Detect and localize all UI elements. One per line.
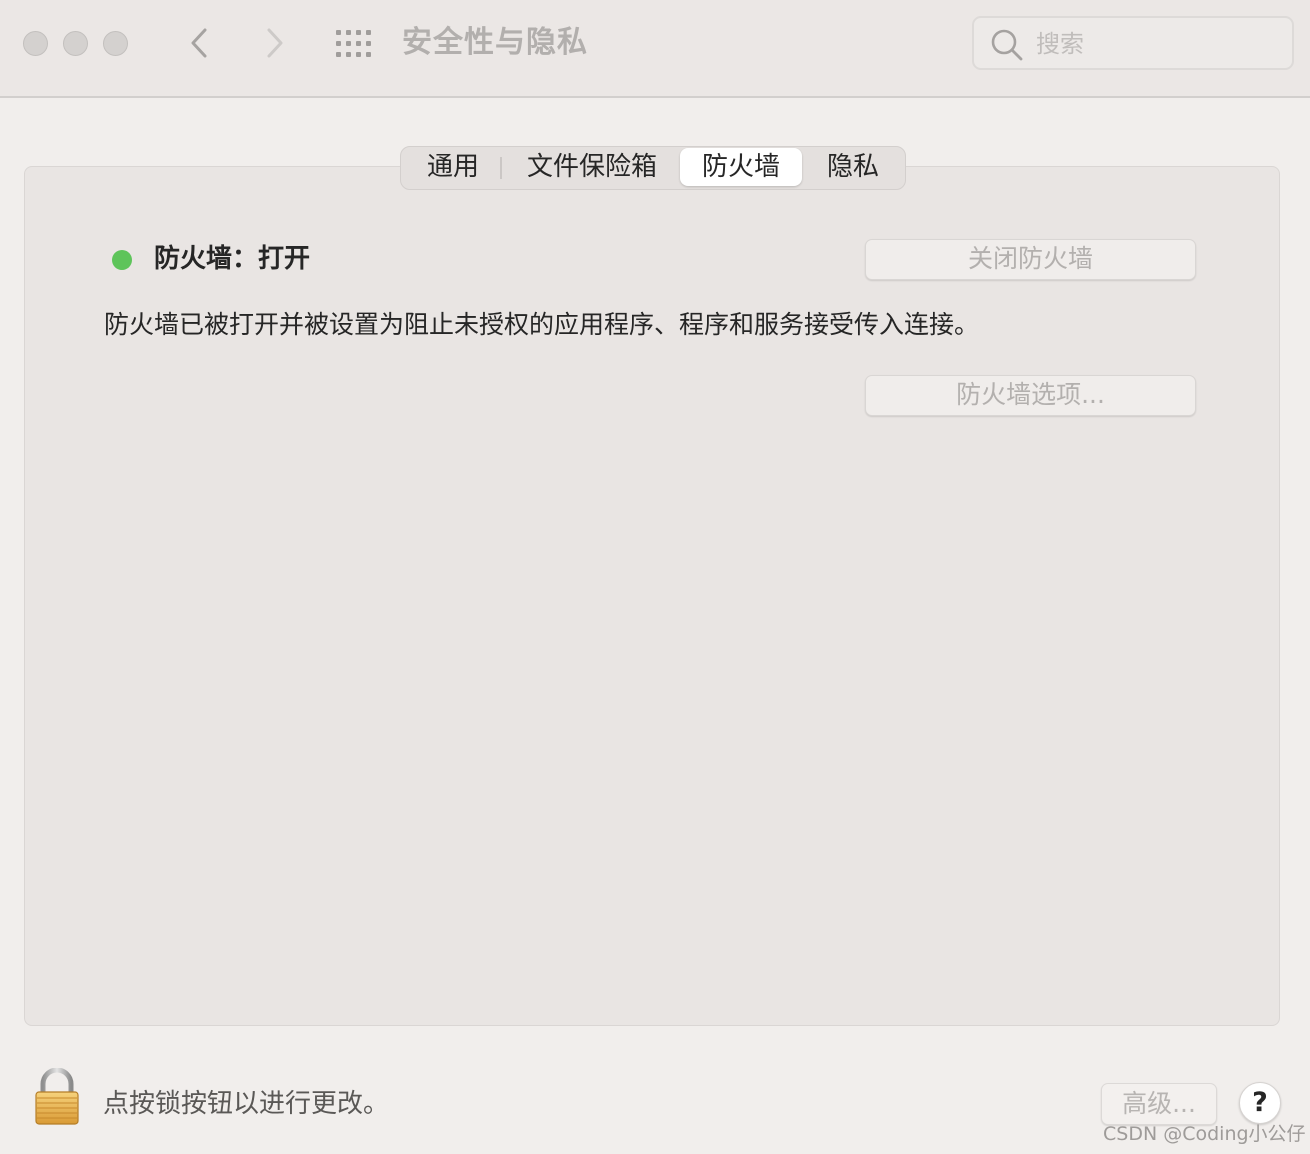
search-placeholder: 搜索 bbox=[1036, 30, 1084, 58]
firewall-options-button[interactable]: 防火墙选项... bbox=[865, 375, 1196, 416]
grid-icon[interactable] bbox=[336, 30, 372, 58]
lock-icon[interactable] bbox=[34, 1068, 80, 1126]
chevron-right-icon[interactable] bbox=[257, 26, 291, 60]
tab-general[interactable]: 通用 bbox=[405, 147, 501, 188]
tab-bar: 通用 文件保险箱 防火墙 隐私 bbox=[400, 146, 906, 190]
firewall-description: 防火墙已被打开并被设置为阻止未授权的应用程序、程序和服务接受传入连接。 bbox=[104, 310, 980, 339]
search-icon bbox=[991, 29, 1023, 61]
search-field[interactable]: 搜索 bbox=[972, 16, 1294, 70]
lock-hint-text: 点按锁按钮以进行更改。 bbox=[103, 1089, 390, 1119]
turn-off-firewall-button[interactable]: 关闭防火墙 bbox=[865, 239, 1196, 280]
watermark-text: CSDN @Coding小公仔 bbox=[1103, 1123, 1306, 1145]
firewall-status-indicator bbox=[112, 250, 132, 270]
minimize-button[interactable] bbox=[63, 31, 88, 56]
help-button[interactable]: ? bbox=[1239, 1082, 1281, 1124]
title-bar: 安全性与隐私 搜索 bbox=[0, 0, 1310, 98]
content-panel bbox=[24, 166, 1280, 1026]
tab-filevault[interactable]: 文件保险箱 bbox=[507, 147, 677, 188]
close-button[interactable] bbox=[23, 31, 48, 56]
firewall-status-label: 防火墙：打开 bbox=[154, 244, 311, 274]
chevron-left-icon[interactable] bbox=[183, 26, 217, 60]
window-title: 安全性与隐私 bbox=[402, 25, 588, 60]
tab-separator bbox=[500, 157, 502, 179]
tab-privacy[interactable]: 隐私 bbox=[805, 147, 901, 188]
zoom-button[interactable] bbox=[103, 31, 128, 56]
advanced-button[interactable]: 高级... bbox=[1101, 1083, 1217, 1125]
tab-firewall[interactable]: 防火墙 bbox=[680, 148, 802, 186]
